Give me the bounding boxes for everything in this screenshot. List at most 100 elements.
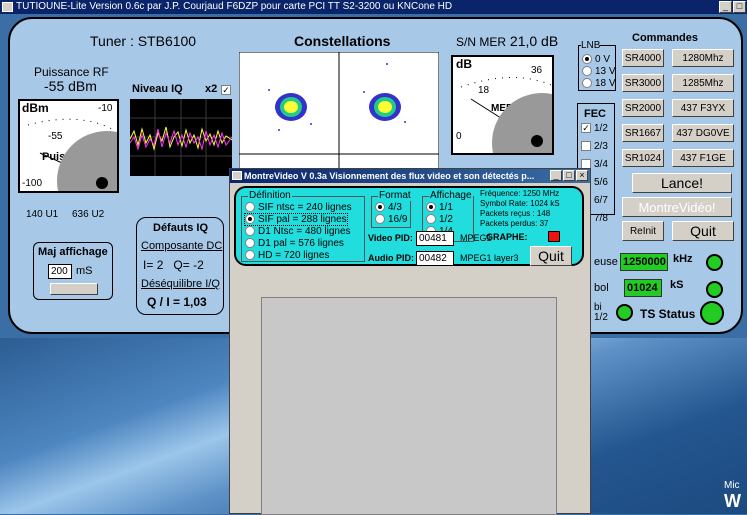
definition-option-1[interactable]: SIF pal = 288 lignes <box>244 213 348 226</box>
video-pid-label: Video PID: <box>368 233 413 243</box>
sym-status-unit: kS <box>670 279 684 291</box>
definition-label: Définition <box>248 190 292 201</box>
maj-value-input[interactable]: 200 <box>48 264 72 279</box>
dialog-maximize-icon[interactable]: □ <box>563 170 575 181</box>
sr2000-button[interactable]: SR2000 <box>622 99 664 117</box>
window-title: TUTIOUNE-Lite Version 0.6c par J.P. Cour… <box>16 1 453 12</box>
freq-f3yx-button[interactable]: 437 F3YX <box>672 99 734 117</box>
iq-level-graph <box>130 99 232 176</box>
affichage-option-0[interactable]: 1/1 <box>426 202 453 213</box>
fec-label: FEC <box>584 108 606 120</box>
freq-1280-button[interactable]: 1280Mhz <box>672 49 734 67</box>
puissance-title: Puissance RF <box>34 65 109 79</box>
video-codec: MPEG1 <box>460 233 492 243</box>
dc-label: Composante DC <box>141 240 223 252</box>
watermark-text-large: W <box>724 491 741 511</box>
format-label: Format <box>378 190 412 201</box>
fec-option-1[interactable]: 2/3 <box>581 141 608 152</box>
dialog-minimize-icon[interactable]: _ <box>550 170 562 181</box>
freq-status-value: 1250000 <box>620 253 668 271</box>
sr3000-button[interactable]: SR3000 <box>622 74 664 92</box>
definition-option-3[interactable]: D1 pal = 576 lignes <box>245 238 344 249</box>
sym-status-value: 01024 <box>624 279 662 297</box>
fec-option-0[interactable]: ✓ 1/2 <box>581 123 608 134</box>
freq-1285-button[interactable]: 1285Mhz <box>672 74 734 92</box>
lnb-label: LNB <box>581 40 601 51</box>
definition-option-2[interactable]: D1 Ntsc = 480 lignes <box>245 226 351 237</box>
audio-codec: MPEG1 layer3 <box>460 253 519 263</box>
lnb-group: LNB 0 V 13 V 18 V <box>578 40 616 91</box>
graphe-label: GRAPHE: <box>486 232 528 242</box>
freq-status-unit: kHz <box>673 253 693 265</box>
sym-status-label: bol <box>594 282 609 294</box>
constellations-label: Constellations <box>294 33 391 49</box>
ts-status-label: TS Status <box>640 307 696 321</box>
lnb-option-2[interactable]: 18 V <box>582 78 616 89</box>
puissance-gauge: dBm -10 -55 Puissance -100 <box>18 99 119 193</box>
info-frequence: Fréquence: 1250 MHz <box>480 189 560 198</box>
lnb-option-0[interactable]: 0 V <box>582 54 610 65</box>
ts-led-icon <box>700 301 724 325</box>
sr1667-button[interactable]: SR1667 <box>622 124 664 142</box>
montrevideo-button[interactable]: MontreVidéo! <box>622 197 732 217</box>
lnb-option-1[interactable]: 13 V <box>582 66 616 77</box>
definition-option-0[interactable]: SIF ntsc = 240 lignes <box>245 202 352 213</box>
freq-led-icon <box>706 254 723 271</box>
i-label: I= <box>143 258 154 272</box>
deseq-label: Déséquilibre I/Q <box>141 278 220 290</box>
dialog-close-icon[interactable]: × <box>576 170 588 181</box>
graphe-button[interactable] <box>548 231 560 242</box>
dialog-panel: Définition SIF ntsc = 240 lignes SIF pal… <box>234 186 584 266</box>
dialog-title: MontreVideo V 0.3a Visionnement des flux… <box>244 171 535 181</box>
montrevideo-dialog: MontreVideo V 0.3a Visionnement des flux… <box>229 168 591 515</box>
format-option-1[interactable]: 16/9 <box>375 214 407 225</box>
quit-button[interactable]: Quit <box>672 221 734 241</box>
maj-affichage-box: Maj affichage 200 mS <box>33 242 113 300</box>
maj-slider[interactable] <box>50 283 98 295</box>
minimize-icon[interactable]: _ <box>719 1 732 13</box>
affichage-label: Affichage <box>429 190 473 201</box>
q-label: Q= <box>173 258 190 272</box>
lance-button[interactable]: Lance! <box>632 173 732 193</box>
dialog-titlebar[interactable]: MontreVideo V 0.3a Visionnement des flux… <box>230 169 590 183</box>
audio-pid-label: Audio PID: <box>368 253 414 263</box>
sr1024-button[interactable]: SR1024 <box>622 149 664 167</box>
commandes-title: Commandes <box>632 32 699 44</box>
freq-status-label: euse <box>594 256 618 268</box>
maj-title: Maj affichage <box>38 246 108 258</box>
niveau-iq-label: Niveau IQ <box>132 83 183 95</box>
dc-values: I= 2 Q= -2 <box>143 258 204 272</box>
info-packets-recus: Packets reçus : 148 <box>480 209 551 218</box>
freq-f1ge-button[interactable]: 437 F1GE <box>672 149 734 167</box>
format-option-0[interactable]: 4/3 <box>375 202 402 213</box>
x2-checkbox[interactable]: ✓ <box>221 85 231 95</box>
main-titlebar[interactable]: TUTIOUNE-Lite Version 0.6c par J.P. Cour… <box>0 0 747 14</box>
video-display <box>261 297 557 515</box>
info-packets-perdus: Packets perdus: 37 <box>480 219 549 228</box>
affichage-option-1[interactable]: 1/2 <box>426 214 453 225</box>
snr-label: S/N MER <box>456 35 507 49</box>
defauts-iq-box: Défauts IQ Composante DC I= 2 Q= -2 Désé… <box>136 217 224 315</box>
freq-dg0ve-button[interactable]: 437 DG0VE <box>672 124 734 142</box>
sr4000-button[interactable]: SR4000 <box>622 49 664 67</box>
i-value: 2 <box>156 258 164 272</box>
defauts-title: Défauts IQ <box>153 222 209 234</box>
info-symbol-rate: Symbol Rate: 1024 kS <box>480 199 560 208</box>
definition-option-4[interactable]: HD = 720 lignes <box>245 250 329 261</box>
puissance-gauge-pivot <box>96 177 108 189</box>
x2-label: x2 <box>205 83 218 95</box>
watermark-text-small: Mic <box>724 480 740 491</box>
sym-led-icon <box>706 281 723 298</box>
fec-led-icon <box>616 304 633 321</box>
video-pid-input[interactable]: 00481 <box>416 231 454 246</box>
maximize-icon[interactable]: □ <box>733 1 746 13</box>
snr-value: S/N MER 21,0 dB <box>456 33 558 49</box>
audio-pid-input[interactable]: 00482 <box>416 251 454 266</box>
reinit-button[interactable]: ReInit <box>622 221 664 241</box>
app-icon <box>2 2 13 12</box>
dialog-quit-button[interactable]: Quit <box>530 246 572 266</box>
fec-status-value: 1/2 <box>594 312 608 323</box>
maj-unit: mS <box>76 265 93 277</box>
snr-gauge-pivot <box>531 135 543 147</box>
q-value: -2 <box>193 258 204 272</box>
